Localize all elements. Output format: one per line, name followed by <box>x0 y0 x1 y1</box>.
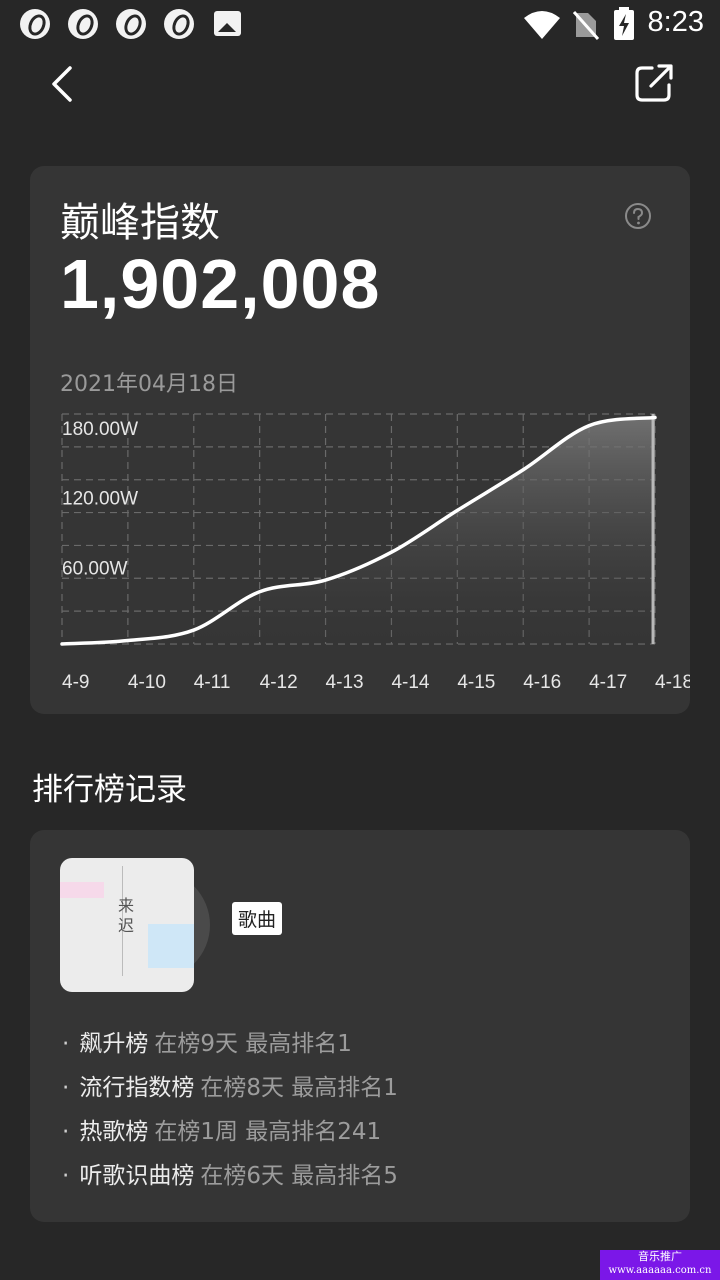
ranking-item[interactable]: · 听歌识曲榜 在榜6天 最高排名5 <box>62 1154 662 1198</box>
x-tick-label: 4-14 <box>391 672 429 693</box>
watermark-line2: www.aaaaaa.com.cn <box>608 1265 712 1276</box>
chart-name: 热歌榜 <box>79 1119 149 1145</box>
chart-detail: 在榜6天 最高排名5 <box>200 1163 398 1189</box>
share-external-icon <box>635 64 673 102</box>
cover-decoration <box>148 924 194 968</box>
y-tick-label: 120.00W <box>62 489 138 510</box>
app-icon <box>68 9 98 39</box>
chart-area <box>62 417 655 644</box>
x-tick-label: 4-11 <box>194 672 231 693</box>
cover-title: 来迟 <box>118 896 135 935</box>
chart-date: 2021年04月18日 <box>60 372 238 397</box>
chart-detail: 在榜9天 最高排名1 <box>154 1031 352 1057</box>
image-icon <box>214 11 241 36</box>
peak-index-value: 1,902,008 <box>60 245 381 323</box>
app-icon <box>164 9 194 39</box>
cover-decoration <box>60 882 104 898</box>
watermark: 音乐推广 www.aaaaaa.com.cn <box>600 1250 720 1280</box>
ranking-item[interactable]: · 流行指数榜 在榜8天 最高排名1 <box>62 1066 662 1110</box>
chart-name: 飙升榜 <box>79 1031 149 1057</box>
share-button[interactable] <box>628 60 678 108</box>
x-tick-label: 4-15 <box>457 672 495 693</box>
x-tick-label: 4-18 <box>655 672 690 693</box>
no-sim-icon <box>573 11 599 40</box>
chevron-left-icon <box>52 66 72 102</box>
x-tick-label: 4-12 <box>260 672 298 693</box>
bullet: · <box>62 1075 70 1101</box>
wifi-icon <box>524 11 560 39</box>
x-tick-label: 4-16 <box>523 672 561 693</box>
app-icon <box>116 9 146 39</box>
bullet: · <box>62 1119 70 1145</box>
chart-detail: 在榜1周 最高排名241 <box>154 1119 382 1145</box>
peak-index-title: 巅峰指数 <box>60 200 220 246</box>
chart-detail: 在榜8天 最高排名1 <box>200 1075 398 1101</box>
help-button[interactable] <box>624 202 652 230</box>
status-time: 8:23 <box>647 6 704 38</box>
x-tick-label: 4-10 <box>128 672 166 693</box>
ranking-card: 来迟 歌曲 · 飙升榜 在榜9天 最高排名1 · 流行指数榜 在榜8天 最高排名1 · 热… <box>30 830 690 1222</box>
ranking-item[interactable]: · 热歌榜 在榜1周 最高排名241 <box>62 1110 662 1154</box>
x-tick-label: 4-9 <box>62 672 89 693</box>
battery-charging-icon <box>614 7 634 40</box>
peak-index-chart[interactable]: 60.00W 120.00W 180.00W 4-9 4-10 4-11 4-12 4-13… <box>30 396 690 696</box>
ranking-item[interactable]: · 飙升榜 在榜9天 最高排名1 <box>62 1022 662 1066</box>
bullet: · <box>62 1163 70 1189</box>
app-icon <box>20 9 50 39</box>
ranking-list: · 飙升榜 在榜9天 最高排名1 · 流行指数榜 在榜8天 最高排名1 · 热歌榜 在榜1周… <box>62 1022 662 1198</box>
y-tick-label: 60.00W <box>62 558 128 579</box>
watermark-line1: 音乐推广 <box>638 1250 682 1263</box>
song-type-badge: 歌曲 <box>232 902 283 935</box>
ranking-section-title: 排行榜记录 <box>32 772 187 808</box>
x-tick-label: 4-13 <box>326 672 364 693</box>
back-button[interactable] <box>40 60 86 108</box>
album-cover[interactable]: 来迟 <box>60 858 194 992</box>
x-tick-label: 4-17 <box>589 672 627 693</box>
chart-name: 听歌识曲榜 <box>79 1163 195 1189</box>
chart-name: 流行指数榜 <box>79 1075 195 1101</box>
bullet: · <box>62 1031 70 1057</box>
status-bar: 8:23 <box>0 0 720 50</box>
y-tick-label: 180.00W <box>62 419 138 440</box>
peak-index-card: 巅峰指数 1,902,008 2021年04月18日 60.00W 120.00W… <box>30 166 690 714</box>
question-circle-icon <box>625 203 651 229</box>
